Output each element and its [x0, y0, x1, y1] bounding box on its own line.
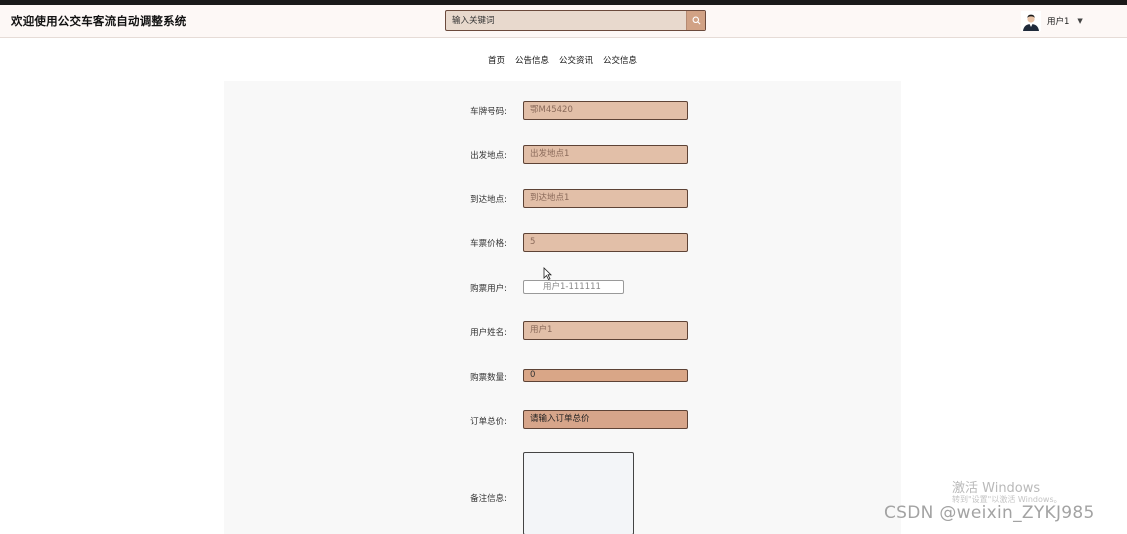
buyer-select[interactable]: 用户1-111111 [523, 280, 624, 294]
total-input[interactable]: 请输入订单总价 [523, 410, 688, 429]
nav-item-announcements[interactable]: 公告信息 [515, 54, 549, 66]
main-nav: 首页 公告信息 公交资讯 公交信息 [0, 38, 1127, 81]
search-button[interactable] [686, 11, 705, 30]
user-name: 用户1 [1047, 17, 1070, 27]
plate-label: 车牌号码: [470, 107, 507, 117]
search-icon [692, 16, 700, 25]
notes-textarea[interactable] [523, 452, 634, 534]
order-form: 车牌号码: 鄂M45420 出发地点: 出发地点1 到达地点: 到达地点1 车票… [224, 81, 901, 534]
plate-field[interactable]: 鄂M45420 [523, 101, 688, 120]
price-field[interactable]: 5 [523, 233, 688, 252]
name-label: 用户姓名: [470, 328, 507, 338]
header-bar: 欢迎使用公交车客流自动调整系统 用户1 ▼ [0, 5, 1127, 38]
site-title: 欢迎使用公交车客流自动调整系统 [11, 14, 187, 28]
user-menu[interactable]: 用户1 ▼ [1021, 6, 1083, 36]
mouse-cursor-icon [543, 267, 552, 280]
csdn-watermark: CSDN @weixin_ZYKJ985 [884, 503, 1095, 523]
search-input[interactable] [446, 11, 686, 30]
nav-item-bus-news[interactable]: 公交资讯 [559, 54, 593, 66]
nav-item-home[interactable]: 首页 [488, 54, 505, 66]
nav-item-bus-info[interactable]: 公交信息 [603, 54, 637, 66]
start-field[interactable]: 出发地点1 [523, 145, 688, 164]
search-box [445, 10, 706, 31]
total-label: 订单总价: [470, 417, 507, 427]
price-label: 车票价格: [470, 239, 507, 249]
start-label: 出发地点: [470, 151, 507, 161]
name-field[interactable]: 用户1 [523, 321, 688, 340]
user-avatar-icon [1021, 11, 1041, 31]
end-label: 到达地点: [470, 195, 507, 205]
buyer-label: 购票用户: [470, 284, 507, 294]
notes-label: 备注信息: [470, 494, 507, 504]
end-field[interactable]: 到达地点1 [523, 189, 688, 208]
avatar [1021, 11, 1041, 31]
quantity-field[interactable]: 0 [523, 369, 688, 382]
chevron-down-icon: ▼ [1077, 17, 1083, 25]
quantity-label: 购票数量: [470, 373, 507, 383]
